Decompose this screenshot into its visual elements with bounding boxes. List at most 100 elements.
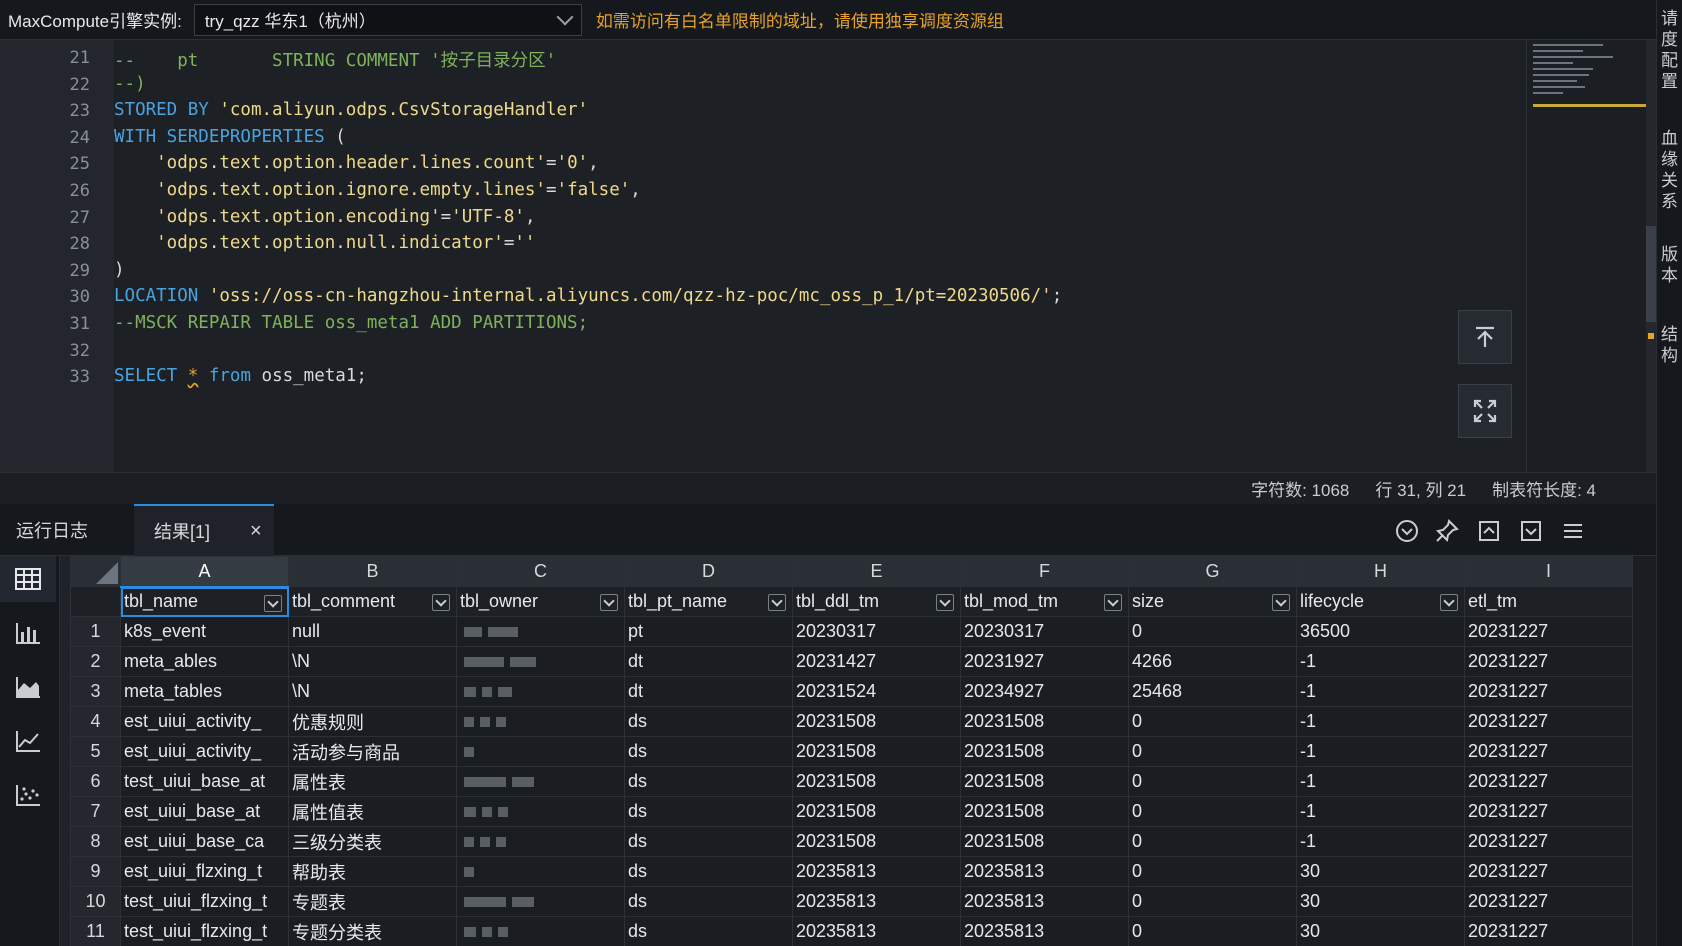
code-line[interactable]: STORED BY 'com.aliyun.odps.CsvStorageHan… <box>114 100 588 120</box>
table-cell[interactable]: 0 <box>1128 886 1297 917</box>
select-all-corner[interactable] <box>70 556 121 587</box>
table-cell[interactable]: 0 <box>1128 616 1297 647</box>
table-cell[interactable]: -1 <box>1296 646 1465 677</box>
table-cell[interactable]: 优惠规则 <box>288 706 457 737</box>
table-row[interactable]: 2 meta_ables \N dt 20231427 20231927 4266 -1 202… <box>70 646 1633 677</box>
table-cell[interactable]: 0 <box>1128 766 1297 797</box>
table-cell[interactable]: 36500 <box>1296 616 1465 647</box>
scrollbar-thumb[interactable] <box>1646 226 1656 322</box>
code-editor[interactable]: 21 22 23 24 25 26 27 28 29 30 31 32 33 -- pt STRING … <box>0 40 1656 472</box>
table-cell[interactable]: 20231227 <box>1464 916 1633 946</box>
tab-result-1[interactable]: 结果[1] × <box>134 504 274 556</box>
right-panel-text[interactable]: 缘 <box>1661 149 1681 170</box>
table-row[interactable]: 3 meta_tables \N dt 20231524 20234927 25468 -1 2… <box>70 676 1633 707</box>
table-cell[interactable]: 20231227 <box>1464 736 1633 767</box>
column-letter-c[interactable]: C <box>456 556 625 587</box>
table-row[interactable]: 7 est_uiui_base_at 属性值表 ds 20231508 20231508 0… <box>70 796 1633 827</box>
table-cell[interactable]: 30 <box>1296 916 1465 946</box>
code-line[interactable]: 'odps.text.option.ignore.empty.lines'='f… <box>114 180 641 200</box>
table-cell[interactable]: 20235813 <box>960 856 1129 887</box>
table-cell[interactable]: test_uiui_flzxing_t <box>120 886 289 917</box>
table-cell[interactable]: ds <box>624 826 793 857</box>
row-number[interactable]: 10 <box>70 886 121 917</box>
table-cell[interactable]: 20231227 <box>1464 676 1633 707</box>
right-panel-text[interactable]: 血 <box>1661 128 1681 149</box>
table-cell[interactable]: 0 <box>1128 826 1297 857</box>
engine-instance-select[interactable]: try_qzz 华东1（杭州） <box>193 3 582 36</box>
table-cell[interactable]: 20231227 <box>1464 886 1633 917</box>
bar-chart-view-button[interactable] <box>0 610 56 656</box>
table-cell[interactable]: 20231508 <box>960 766 1129 797</box>
table-cell[interactable]: 20231227 <box>1464 706 1633 737</box>
table-cell[interactable]: 属性表 <box>288 766 457 797</box>
table-cell-redacted[interactable] <box>456 796 625 827</box>
table-cell[interactable]: 0 <box>1128 706 1297 737</box>
table-view-button[interactable] <box>0 556 56 602</box>
table-cell-redacted[interactable] <box>456 826 625 857</box>
table-cell[interactable]: 20231227 <box>1464 646 1633 677</box>
code-line[interactable]: -- pt STRING COMMENT '按子目录分区' <box>114 47 556 72</box>
row-number[interactable]: 8 <box>70 826 121 857</box>
table-cell[interactable]: dt <box>624 676 793 707</box>
row-number[interactable]: 4 <box>70 706 121 737</box>
table-cell[interactable]: 30 <box>1296 886 1465 917</box>
column-letter-h[interactable]: H <box>1296 556 1465 587</box>
table-row[interactable]: 9 est_uiui_flzxing_t 帮助表 ds 20235813 20235813… <box>70 856 1633 887</box>
table-row[interactable]: 1 k8s_event null pt 20230317 20230317 0 36500 20… <box>70 616 1633 647</box>
right-panel-text[interactable]: 版 <box>1661 244 1681 265</box>
row-number[interactable]: 11 <box>70 916 121 946</box>
scatter-chart-view-button[interactable] <box>0 772 56 818</box>
column-letter-g[interactable]: G <box>1128 556 1297 587</box>
table-cell[interactable]: ds <box>624 886 793 917</box>
code-line[interactable]: --MSCK REPAIR TABLE oss_meta1 ADD PARTIT… <box>114 313 588 333</box>
table-cell[interactable]: 20231227 <box>1464 766 1633 797</box>
filter-dropdown-icon[interactable] <box>600 594 618 611</box>
table-cell[interactable]: 20231508 <box>792 706 961 737</box>
table-cell[interactable]: 0 <box>1128 856 1297 887</box>
tab-run-log[interactable]: 运行日志 <box>16 504 88 556</box>
table-cell[interactable]: -1 <box>1296 676 1465 707</box>
table-cell-redacted[interactable] <box>456 616 625 647</box>
field-header-cell[interactable]: lifecycle <box>1296 586 1465 617</box>
column-letter-i[interactable]: I <box>1464 556 1633 587</box>
table-cell[interactable]: 20235813 <box>792 886 961 917</box>
table-cell[interactable]: 专题分类表 <box>288 916 457 946</box>
table-row[interactable]: 8 est_uiui_base_ca 三级分类表 ds 20231508 20231508… <box>70 826 1633 857</box>
table-cell-redacted[interactable] <box>456 916 625 946</box>
code-line[interactable]: 'odps.text.option.null.indicator'='' <box>114 233 535 253</box>
table-cell[interactable]: est_uiui_flzxing_t <box>120 856 289 887</box>
table-cell[interactable]: 20231508 <box>792 796 961 827</box>
field-header-cell[interactable]: tbl_comment <box>288 586 457 617</box>
column-letter-a[interactable]: A <box>120 556 289 588</box>
table-cell[interactable]: 20234927 <box>960 676 1129 707</box>
table-cell[interactable]: ds <box>624 916 793 946</box>
filter-dropdown-icon[interactable] <box>264 594 282 612</box>
table-cell[interactable]: 20231508 <box>960 796 1129 827</box>
table-cell[interactable]: 20231508 <box>792 736 961 767</box>
field-header-cell[interactable]: size <box>1128 586 1297 617</box>
table-cell[interactable]: test_uiui_flzxing_t <box>120 916 289 946</box>
table-cell-redacted[interactable] <box>456 706 625 737</box>
code-line[interactable]: ) <box>114 260 125 280</box>
filter-dropdown-icon[interactable] <box>936 594 954 611</box>
table-row[interactable]: 4 est_uiui_activity_ 优惠规则 ds 20231508 2023150… <box>70 706 1633 737</box>
code-line[interactable]: LOCATION 'oss://oss-cn-hangzhou-internal… <box>114 286 1062 306</box>
table-cell[interactable]: 三级分类表 <box>288 826 457 857</box>
table-cell[interactable]: 20231227 <box>1464 796 1633 827</box>
code-line[interactable]: SELECT * from oss_meta1; <box>114 366 367 386</box>
table-cell[interactable]: 20231508 <box>960 736 1129 767</box>
filter-dropdown-icon[interactable] <box>1272 594 1290 611</box>
table-cell[interactable]: k8s_event <box>120 616 289 647</box>
row-number[interactable]: 6 <box>70 766 121 797</box>
table-cell[interactable]: 20231524 <box>792 676 961 707</box>
right-panel-text[interactable]: 置 <box>1661 71 1681 92</box>
table-cell[interactable]: 0 <box>1128 916 1297 946</box>
column-letter-b[interactable]: B <box>288 556 457 587</box>
field-header-cell[interactable]: tbl_ddl_tm <box>792 586 961 617</box>
line-chart-view-button[interactable] <box>0 718 56 764</box>
right-panel-text[interactable]: 系 <box>1661 191 1681 212</box>
row-number[interactable]: 9 <box>70 856 121 887</box>
column-letter-f[interactable]: F <box>960 556 1129 587</box>
code-line[interactable]: --) <box>114 74 146 94</box>
editor-scrollbar[interactable] <box>1646 40 1656 472</box>
